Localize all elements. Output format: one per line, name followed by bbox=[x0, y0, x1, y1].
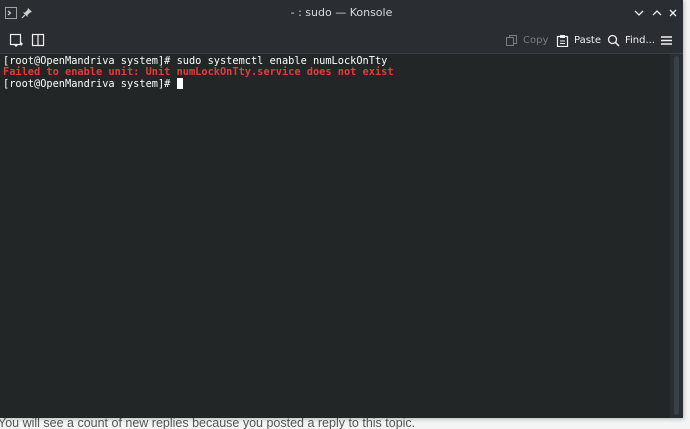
terminal-line-prompt: [root@OpenMandriva system]# bbox=[3, 78, 183, 90]
split-view-button[interactable] bbox=[31, 32, 45, 48]
copy-icon bbox=[506, 34, 517, 46]
close-icon[interactable] bbox=[667, 7, 679, 19]
title-bar[interactable]: - : sudo — Konsole bbox=[0, 0, 683, 27]
hamburger-menu-icon bbox=[661, 35, 672, 45]
text-cursor bbox=[176, 78, 183, 89]
toolbar: Copy Paste Find... bbox=[0, 27, 683, 54]
screen: You will see a count of new replies beca… bbox=[0, 0, 690, 429]
chevron-up-icon[interactable] bbox=[651, 7, 663, 19]
search-icon bbox=[607, 34, 620, 47]
prompt-text: [root@OpenMandriva system]# bbox=[3, 78, 177, 90]
hamburger-menu-button[interactable] bbox=[660, 32, 673, 48]
paste-button[interactable]: Paste bbox=[556, 32, 601, 48]
window-title: - : sudo — Konsole bbox=[290, 6, 393, 19]
clipboard-icon bbox=[556, 34, 569, 47]
chevron-down-icon[interactable] bbox=[633, 7, 645, 19]
split-view-icon bbox=[31, 33, 45, 47]
copy-label: Copy bbox=[523, 34, 549, 46]
terminal-scrollbar[interactable] bbox=[670, 54, 683, 418]
scrollbar-track[interactable] bbox=[674, 56, 679, 415]
new-tab-icon bbox=[9, 33, 23, 47]
new-tab-button[interactable] bbox=[9, 32, 24, 48]
konsole-window: - : sudo — Konsole Copy Paste Find... [r… bbox=[0, 0, 683, 418]
paste-label: Paste bbox=[574, 34, 601, 46]
find-label: Find... bbox=[625, 34, 656, 46]
copy-button[interactable]: Copy bbox=[505, 32, 548, 48]
find-button[interactable]: Find... bbox=[607, 32, 655, 48]
terminal-area[interactable]: [root@OpenMandriva system]# sudo systemc… bbox=[0, 54, 670, 418]
terminal-line-error: Failed to enable unit: Unit numLockOnTty… bbox=[3, 66, 394, 78]
